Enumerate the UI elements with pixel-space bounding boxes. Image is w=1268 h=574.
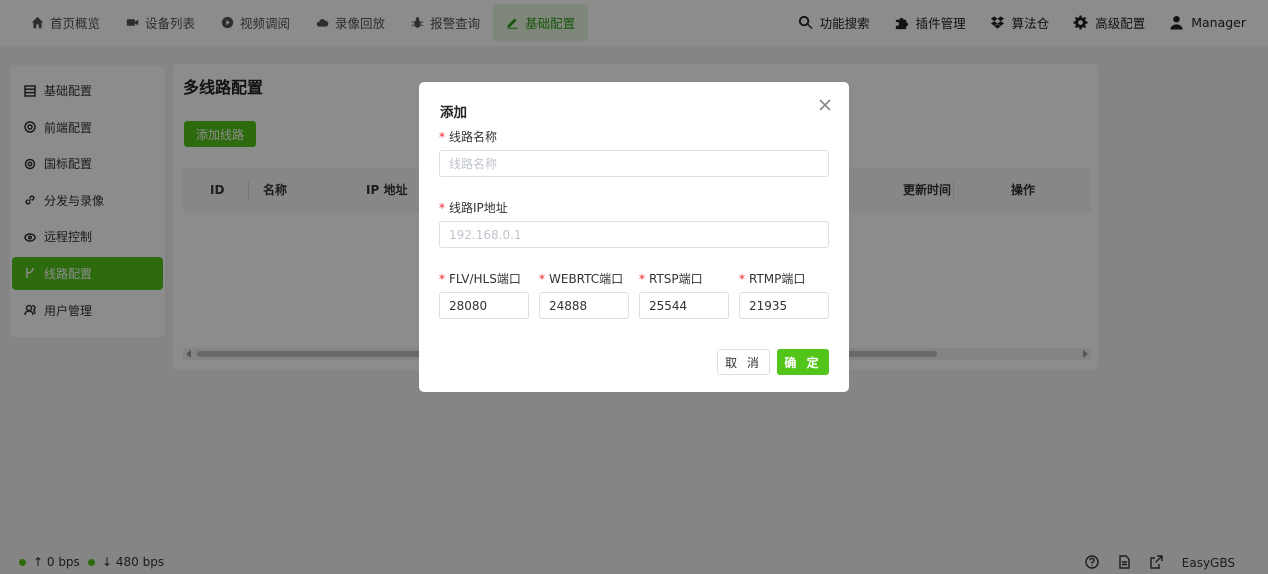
webrtc-port-label: * WEBRTC端口 (539, 270, 623, 287)
dialog-title: 添加 (440, 105, 467, 121)
flv-hls-port-label-text: FLV/HLS端口 (449, 272, 521, 286)
rtmp-port-label: * RTMP端口 (739, 270, 805, 287)
required-mark: * (439, 272, 445, 286)
line-name-input[interactable] (439, 150, 829, 177)
flv-hls-port-input[interactable] (439, 292, 529, 319)
required-mark: * (439, 130, 445, 144)
rtsp-port-label: * RTSP端口 (639, 270, 703, 287)
line-ip-input[interactable] (439, 221, 829, 248)
close-icon (819, 99, 831, 111)
cancel-button[interactable]: 取 消 (717, 349, 770, 375)
line-ip-label: * 线路IP地址 (439, 199, 508, 216)
line-name-label-text: 线路名称 (449, 130, 498, 144)
line-name-label: * 线路名称 (439, 128, 497, 145)
rtmp-port-input[interactable] (739, 292, 829, 319)
required-mark: * (639, 272, 645, 286)
webrtc-port-input[interactable] (539, 292, 629, 319)
close-button[interactable] (818, 98, 832, 112)
required-mark: * (739, 272, 745, 286)
required-mark: * (539, 272, 545, 286)
line-ip-label-text: 线路IP地址 (449, 201, 508, 215)
webrtc-port-label-text: WEBRTC端口 (549, 272, 624, 286)
flv-hls-port-label: * FLV/HLS端口 (439, 270, 521, 287)
rtsp-port-label-text: RTSP端口 (649, 272, 703, 286)
required-mark: * (439, 201, 445, 215)
add-line-dialog: 添加 * 线路名称 * 线路IP地址 * FLV/HLS端口 * WEBRTC端口 * R… (419, 82, 849, 392)
rtsp-port-input[interactable] (639, 292, 729, 319)
rtmp-port-label-text: RTMP端口 (749, 272, 806, 286)
confirm-button[interactable]: 确 定 (777, 349, 829, 375)
